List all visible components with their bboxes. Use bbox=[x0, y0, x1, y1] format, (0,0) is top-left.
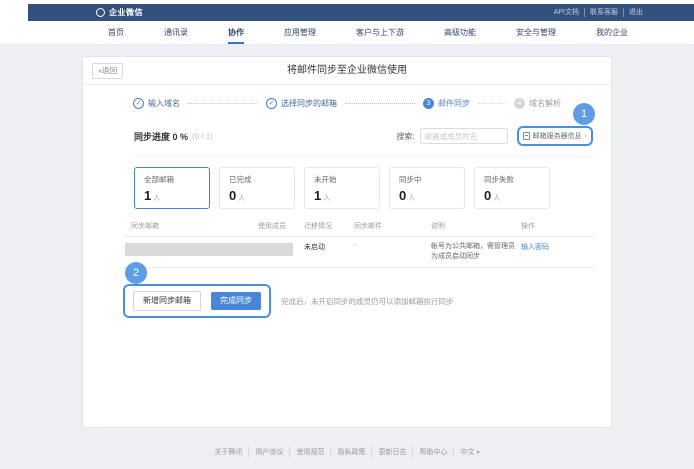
back-button[interactable]: «返回 bbox=[92, 63, 123, 79]
step-separator bbox=[478, 103, 506, 104]
server-info-icon bbox=[523, 132, 530, 140]
card-body: 同步进度 0 % (0 / 1) 搜索: 1 邮箱服务器信息 › bbox=[83, 126, 611, 318]
stat-value: 1 bbox=[314, 188, 321, 203]
col-operation: 操作 bbox=[521, 221, 595, 231]
redacted-bar bbox=[125, 243, 293, 256]
topbar-links: API文档 联系客服 退出 bbox=[549, 8, 648, 17]
tab-my-enterprise[interactable]: 我的企业 bbox=[596, 21, 628, 44]
wecom-logo-icon bbox=[96, 8, 105, 17]
step-select-mailboxes: ✓ 选择同步的邮箱 bbox=[266, 98, 337, 109]
stat-value: 0 bbox=[484, 188, 491, 203]
tab-security-management[interactable]: 安全与管理 bbox=[516, 21, 556, 44]
description-cell: 帐号为公共邮箱，需管理员为成员启动同步 bbox=[431, 242, 521, 261]
tab-home[interactable]: 首页 bbox=[108, 21, 124, 44]
step-number-icon: 4 bbox=[514, 98, 525, 109]
main-nav: 首页 通讯录 协作 应用管理 客户与上下游 高级功能 安全与管理 我的企业 bbox=[0, 21, 694, 45]
table-row: 未启动 - 帐号为公共邮箱，需管理员为成员启动同步 输入密码 bbox=[123, 237, 595, 268]
step-separator bbox=[345, 103, 415, 104]
stat-card-completed[interactable]: 已完成 0 人 bbox=[219, 167, 295, 209]
api-docs-link[interactable]: API文档 bbox=[549, 8, 584, 17]
step-check-icon: ✓ bbox=[266, 98, 277, 109]
screen: 企业微信 API文档 联系客服 退出 首页 通讯录 协作 应用管理 客户与上下游… bbox=[0, 0, 694, 469]
footer-about-tencent[interactable]: 关于腾讯 bbox=[208, 447, 248, 457]
tab-advanced-features[interactable]: 高级功能 bbox=[444, 21, 476, 44]
footer-usage-policy[interactable]: 使用规范 bbox=[289, 447, 330, 457]
stat-card-all-mailboxes[interactable]: 全部邮箱 1 人 bbox=[134, 167, 210, 209]
col-migration-status: 迁移情况 bbox=[304, 221, 354, 231]
language-selector[interactable]: 中文 ▾ bbox=[453, 447, 485, 457]
stat-card-syncing[interactable]: 同步中 0 人 bbox=[389, 167, 465, 209]
footer: 关于腾讯 用户协议 使用规范 隐私政策 更新日志 帮助中心 中文 ▾ bbox=[0, 447, 694, 457]
search-input[interactable] bbox=[420, 128, 508, 144]
stat-card-sync-failed[interactable]: 同步失败 0 人 bbox=[474, 167, 550, 209]
tab-collaboration[interactable]: 协作 bbox=[228, 21, 244, 44]
step-domain-resolution: 4 域名解析 bbox=[514, 98, 561, 109]
stat-value: 0 bbox=[399, 188, 406, 203]
annotation-badge-2: 2 bbox=[125, 262, 147, 284]
migration-status-cell: 未启动 bbox=[304, 242, 354, 261]
content-area: «返回 将邮件同步至企业微信使用 ✓ 输入域名 ✓ 选择同步的邮箱 3 邮件同步 bbox=[0, 45, 694, 469]
stat-value: 1 bbox=[144, 188, 151, 203]
tab-contacts[interactable]: 通讯录 bbox=[164, 21, 188, 44]
footer-help-center[interactable]: 帮助中心 bbox=[412, 447, 453, 457]
synced-mail-cell: - bbox=[354, 242, 431, 261]
mail-sync-card: «返回 将邮件同步至企业微信使用 ✓ 输入域名 ✓ 选择同步的邮箱 3 邮件同步 bbox=[82, 56, 612, 428]
sync-progress-count: (0 / 1) bbox=[192, 132, 213, 141]
footer-privacy-policy[interactable]: 隐私政策 bbox=[330, 447, 371, 457]
annotation-badge-1: 1 bbox=[573, 103, 595, 125]
footer-changelog[interactable]: 更新日志 bbox=[371, 447, 412, 457]
col-description: 说明 bbox=[431, 221, 521, 231]
contact-support-link[interactable]: 联系客服 bbox=[584, 8, 623, 17]
step-mail-sync: 3 邮件同步 bbox=[423, 98, 470, 109]
page-title: 将邮件同步至企业微信使用 bbox=[83, 57, 611, 85]
sync-progress-label: 同步进度 0 % bbox=[134, 130, 188, 143]
enter-password-link[interactable]: 输入密码 bbox=[521, 242, 595, 261]
stat-value: 0 bbox=[229, 188, 236, 203]
caret-down-icon: ▾ bbox=[476, 449, 479, 456]
step-enter-domain: ✓ 输入域名 bbox=[133, 98, 180, 109]
step-check-icon: ✓ bbox=[133, 98, 144, 109]
topbar: 企业微信 API文档 联系客服 退出 bbox=[28, 4, 694, 21]
col-sync-mailbox: 同步邮箱 bbox=[123, 221, 258, 231]
redacted-mailbox-cell bbox=[123, 242, 304, 261]
wecom-logo-text: 企业微信 bbox=[109, 7, 143, 18]
annotation-highlight-1: 1 邮箱服务器信息 › bbox=[517, 126, 593, 146]
stats-row: 全部邮箱 1 人 已完成 0 人 未开始 bbox=[134, 167, 593, 209]
col-synced-mail: 同步邮件 bbox=[354, 221, 431, 231]
annotation-highlight-2: 2 新增同步邮箱 完成同步 bbox=[123, 284, 271, 318]
col-member: 使用成员 bbox=[258, 221, 304, 231]
step-separator bbox=[188, 103, 258, 104]
finish-sync-button[interactable]: 完成同步 bbox=[211, 292, 261, 310]
actions-note: 完成后，未开启同步的成员仍可以添加邮箱执行同步 bbox=[281, 296, 454, 307]
tab-customers[interactable]: 客户与上下游 bbox=[356, 21, 404, 44]
step-indicator: ✓ 输入域名 ✓ 选择同步的邮箱 3 邮件同步 4 域名解析 bbox=[83, 96, 611, 110]
wecom-logo: 企业微信 bbox=[96, 7, 143, 18]
actions-row: 2 新增同步邮箱 完成同步 完成后，未开启同步的成员仍可以添加邮箱执行同步 bbox=[123, 284, 593, 318]
tab-app-management[interactable]: 应用管理 bbox=[284, 21, 316, 44]
logout-link[interactable]: 退出 bbox=[623, 8, 648, 17]
progress-row: 同步进度 0 % (0 / 1) 搜索: 1 邮箱服务器信息 › bbox=[134, 126, 593, 157]
step-number-icon: 3 bbox=[423, 98, 434, 109]
stat-card-not-started[interactable]: 未开始 1 人 bbox=[304, 167, 380, 209]
add-sync-mailbox-button[interactable]: 新增同步邮箱 bbox=[133, 291, 201, 311]
chevron-right-icon: › bbox=[585, 133, 587, 140]
sync-mailbox-table: 同步邮箱 使用成员 迁移情况 同步邮件 说明 操作 未启动 - 帐号为公共邮箱，… bbox=[123, 221, 595, 268]
card-header: «返回 将邮件同步至企业微信使用 bbox=[83, 57, 611, 85]
search-label: 搜索: bbox=[396, 131, 414, 142]
search-group: 搜索: 1 邮箱服务器信息 › bbox=[396, 126, 593, 146]
table-header: 同步邮箱 使用成员 迁移情况 同步邮件 说明 操作 bbox=[123, 221, 595, 237]
footer-user-agreement[interactable]: 用户协议 bbox=[248, 447, 289, 457]
mail-server-info-button[interactable]: 邮箱服务器信息 › bbox=[523, 131, 587, 141]
